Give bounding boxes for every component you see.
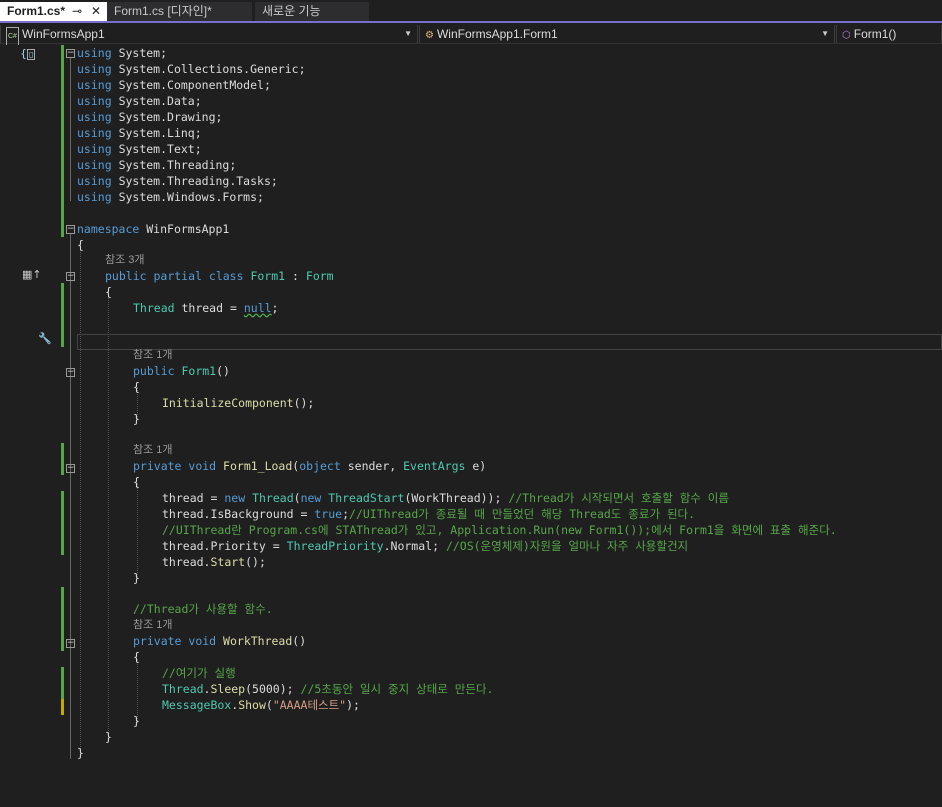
code-line: using System.Linq;	[77, 126, 202, 140]
pin-icon[interactable]: ⊸	[72, 2, 82, 21]
code-line: Thread.Sleep(5000); //5초동안 일시 중지 상태로 만든다…	[162, 682, 494, 696]
change-bar	[61, 221, 64, 237]
code-line: {	[133, 650, 140, 664]
change-bar	[61, 283, 64, 347]
collapse-toggle[interactable]: −	[66, 272, 75, 281]
codelens-icon[interactable]: ▦↑	[22, 268, 42, 281]
codelens-references[interactable]: 참조 3개	[105, 252, 145, 268]
code-line: thread.IsBackground = true;//UIThread가 종…	[162, 507, 696, 521]
change-bar	[61, 45, 64, 221]
code-line: {	[133, 380, 140, 394]
collapse-toggle[interactable]: −	[66, 464, 75, 473]
code-line: {	[133, 475, 140, 489]
tab-form1-cs[interactable]: Form1.cs* ⊸ ✕	[0, 2, 107, 21]
code-line: Thread thread = null;	[133, 301, 279, 315]
code-line: thread.Start();	[162, 555, 266, 569]
code-line: public partial class Form1 : Form	[105, 269, 334, 283]
csharp-project-icon: C#	[6, 27, 19, 47]
close-icon[interactable]: ✕	[91, 2, 101, 21]
code-line: //UIThread란 Program.cs에 STAThread가 있고, A…	[162, 523, 837, 537]
quick-actions-icon[interactable]: {▯	[20, 47, 36, 60]
code-line: using System.Threading.Tasks;	[77, 174, 278, 188]
indent-guide	[137, 483, 138, 579]
screwdriver-icon[interactable]: 🔧	[38, 332, 52, 345]
code-line: using System.Drawing;	[77, 110, 223, 124]
member-dropdown[interactable]: ⬡ Form1()	[836, 25, 942, 43]
code-line: //Thread가 사용할 함수.	[133, 602, 273, 616]
class-icon: ⚙	[425, 30, 434, 41]
code-line: namespace WinFormsApp1	[77, 222, 230, 236]
code-line: }	[133, 571, 140, 585]
code-line: }	[133, 412, 140, 426]
document-tab-strip: Form1.cs* ⊸ ✕ Form1.cs [디자인]* 새로운 기능	[0, 0, 942, 23]
change-bar	[61, 491, 64, 555]
project-dropdown[interactable]: C# WinFormsApp1 ▼	[0, 25, 418, 47]
code-line: public Form1()	[133, 364, 230, 378]
code-line: using System;	[77, 46, 168, 60]
code-line: thread.Priority = ThreadPriority.Normal;…	[162, 539, 689, 553]
code-editor[interactable]: {▯ ▦↑ 🔧 − − − − − − using System; using …	[0, 45, 942, 807]
code-line: }	[77, 746, 84, 760]
codelens-references[interactable]: 참조 1개	[133, 617, 173, 633]
chevron-down-icon: ▼	[821, 29, 829, 38]
collapse-toggle[interactable]: −	[66, 639, 75, 648]
code-line: using System.ComponentModel;	[77, 78, 271, 92]
tab-label: Form1.cs*	[7, 4, 66, 18]
change-bar	[61, 667, 64, 699]
code-line: }	[105, 730, 112, 744]
collapse-toggle[interactable]: −	[66, 49, 75, 58]
navigation-bar: C# WinFormsApp1 ▼ ⚙ WinFormsApp1.Form1 ▼ ⬡…	[0, 24, 942, 47]
current-line-highlight	[77, 334, 942, 350]
code-line: {	[105, 285, 112, 299]
indent-guide	[80, 245, 81, 757]
fold-guide	[70, 233, 71, 759]
class-dropdown[interactable]: ⚙ WinFormsApp1.Form1 ▼	[419, 25, 835, 43]
tab-form1-designer[interactable]: Form1.cs [디자인]*	[107, 2, 252, 21]
tab-label: Form1.cs [디자인]*	[114, 4, 212, 18]
method-icon: ⬡	[842, 30, 851, 41]
chevron-down-icon: ▼	[404, 29, 412, 38]
code-line: InitializeComponent();	[162, 396, 315, 410]
project-name: WinFormsApp1	[21, 27, 105, 41]
collapse-toggle[interactable]: −	[66, 225, 75, 234]
code-line: }	[133, 714, 140, 728]
codelens-references[interactable]: 참조 1개	[133, 442, 173, 458]
code-line: using System.Text;	[77, 142, 202, 156]
code-line: using System.Threading;	[77, 158, 237, 172]
tab-whats-new[interactable]: 새로운 기능	[255, 2, 369, 21]
code-line: thread = new Thread(new ThreadStart(Work…	[162, 491, 729, 505]
change-bar	[61, 443, 64, 475]
collapse-toggle[interactable]: −	[66, 368, 75, 377]
member-name: Form1()	[853, 27, 897, 41]
code-line: using System.Data;	[77, 94, 202, 108]
tab-label: 새로운 기능	[262, 4, 321, 18]
code-line: private void Form1_Load(object sender, E…	[133, 459, 487, 473]
code-line: {	[77, 238, 84, 252]
code-line: using System.Windows.Forms;	[77, 190, 264, 204]
codelens-references[interactable]: 참조 1개	[133, 347, 173, 363]
unsaved-change-bar	[61, 699, 64, 715]
indent-guide	[108, 291, 109, 737]
class-name: WinFormsApp1.Form1	[436, 27, 558, 41]
code-line: MessageBox.Show("AAAA테스트");	[162, 698, 360, 712]
code-line: //여기가 실행	[162, 666, 236, 680]
code-line: using System.Collections.Generic;	[77, 62, 306, 76]
code-line: private void WorkThread()	[133, 634, 307, 648]
fold-guide	[70, 57, 71, 201]
change-bar	[61, 587, 64, 651]
